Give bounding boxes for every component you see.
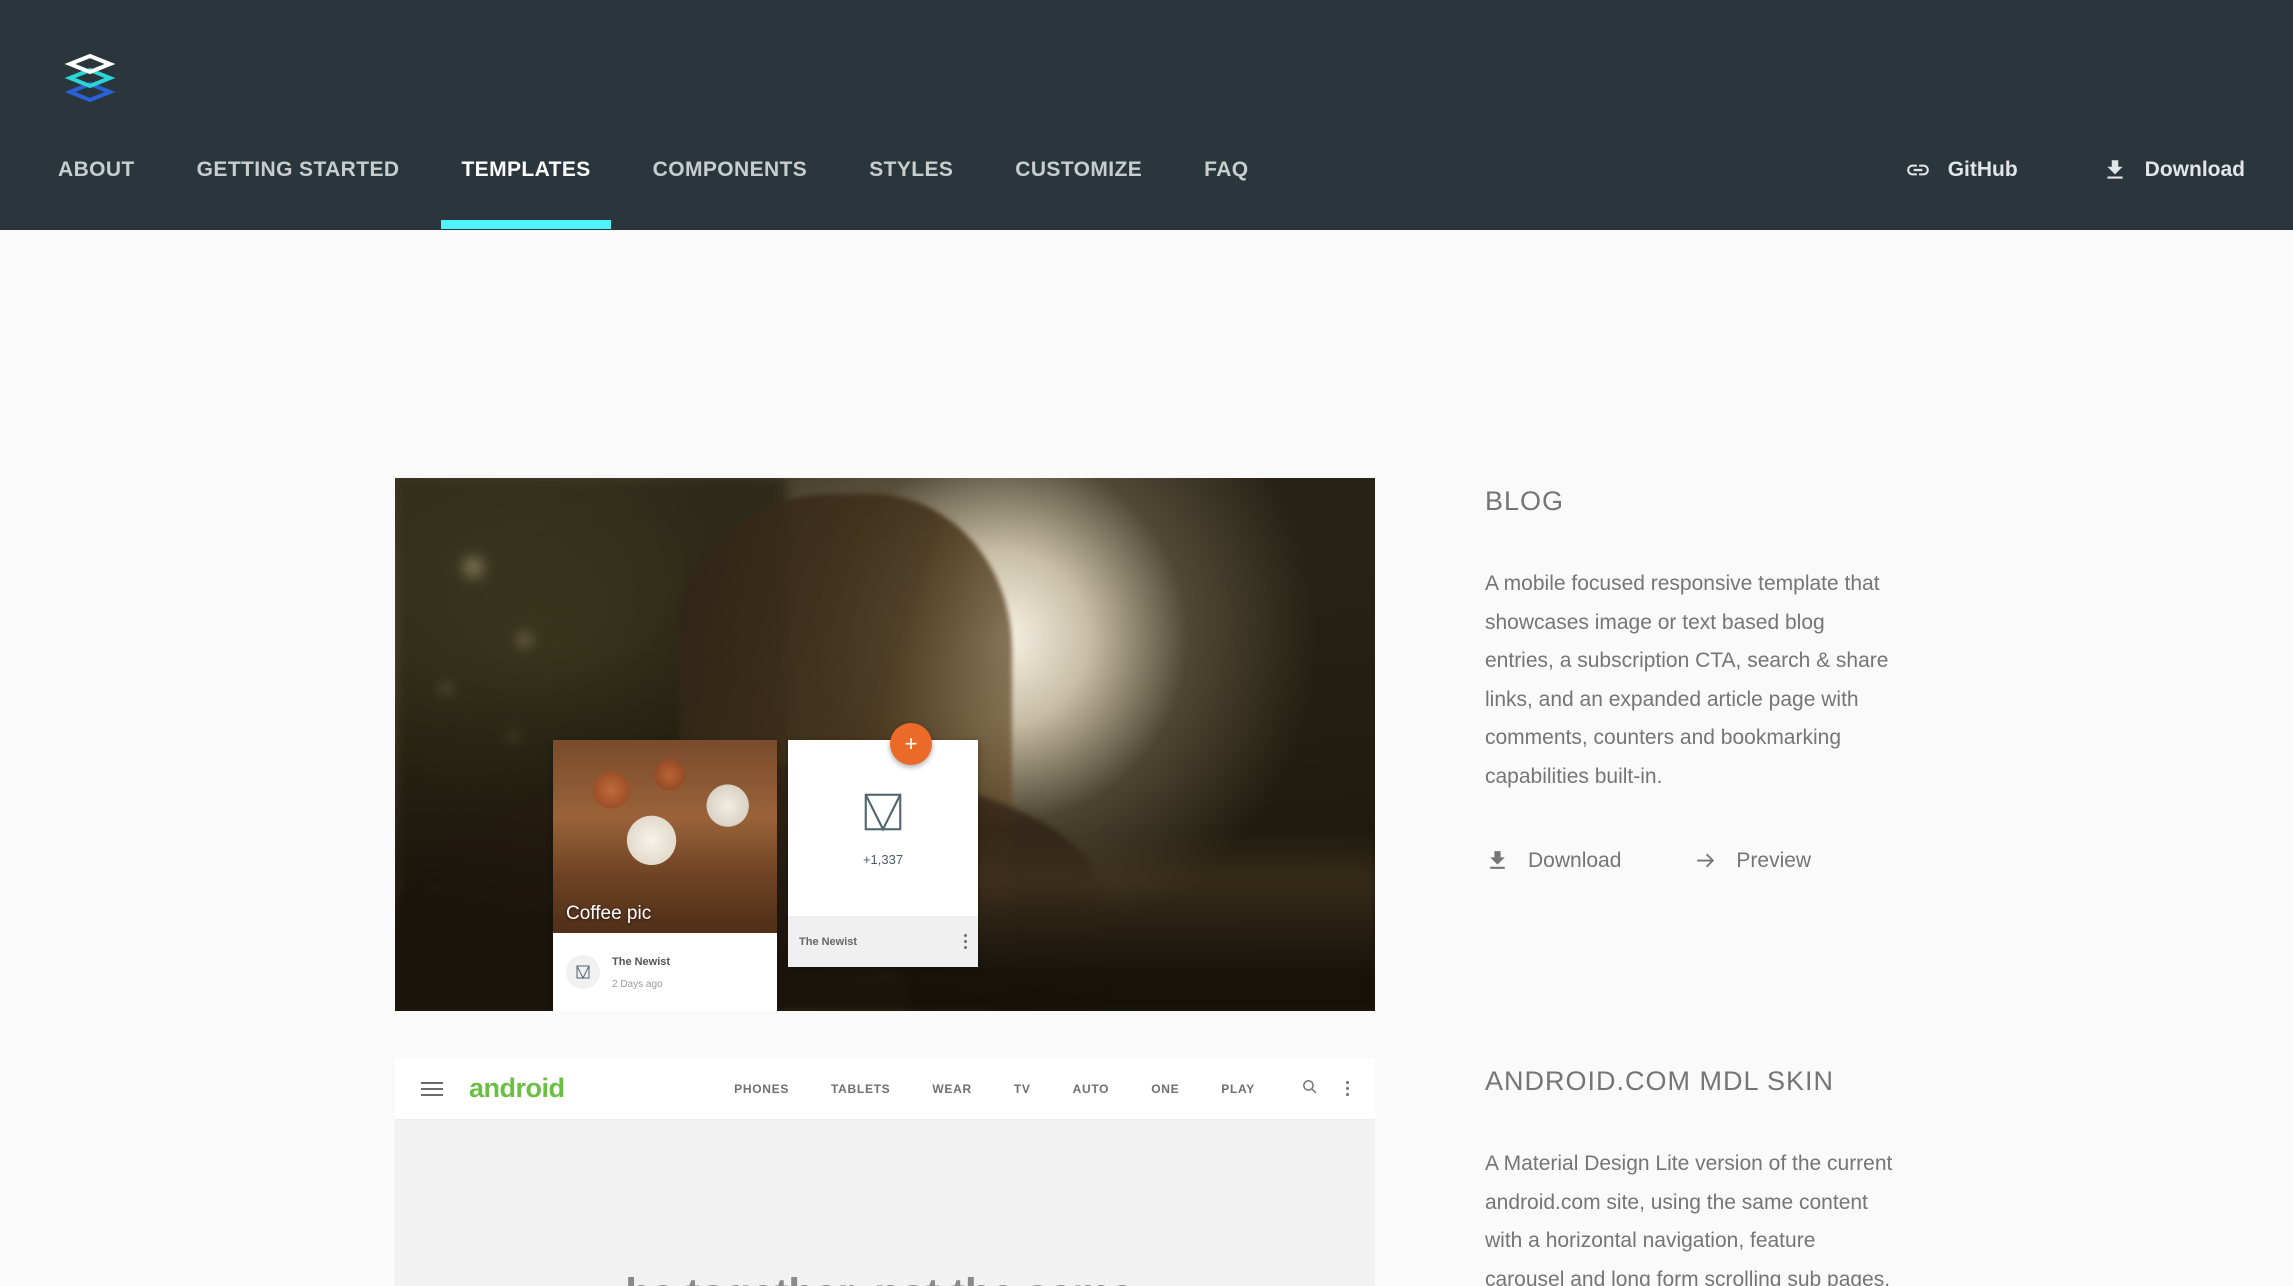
- blog-card-counter[interactable]: +1,337 The Newist: [788, 740, 978, 967]
- android-nav-phones[interactable]: Phones: [734, 1082, 789, 1096]
- nav-item-customize[interactable]: Customize: [995, 140, 1162, 200]
- android-nav: Phones Tablets Wear TV Auto One Play: [734, 1082, 1255, 1096]
- android-nav-play[interactable]: Play: [1221, 1082, 1255, 1096]
- blog-template-links: Download Preview: [1485, 848, 1895, 873]
- coffee-card-footer: The Newist 2 Days ago: [553, 933, 777, 1011]
- coffee-card-meta: The Newist 2 Days ago: [612, 950, 670, 993]
- nav-links: About Getting Started Templates Componen…: [58, 140, 1291, 230]
- blog-download-link[interactable]: Download: [1485, 848, 1621, 873]
- logo-mark-icon: [860, 789, 906, 840]
- template-entry-blog: Coffee pic The Newist 2 Days ago +1,337 …: [395, 478, 1895, 1011]
- download-icon: [1485, 848, 1510, 873]
- nav-item-components[interactable]: Components: [633, 140, 828, 200]
- android-hero: be together. not the same. welcome to an…: [395, 1120, 1375, 1286]
- counter-card-author: The Newist: [799, 935, 858, 948]
- search-icon[interactable]: [1301, 1078, 1318, 1100]
- more-vert-icon[interactable]: [1346, 1081, 1349, 1096]
- android-topbar: android Phones Tablets Wear TV Auto One …: [395, 1058, 1375, 1120]
- main-navigation: About Getting Started Templates Componen…: [0, 140, 2293, 230]
- link-icon: [1905, 157, 1931, 183]
- add-fab-button[interactable]: +: [890, 723, 932, 765]
- nav-item-templates[interactable]: Templates: [441, 140, 611, 229]
- blog-template-preview[interactable]: Coffee pic The Newist 2 Days ago +1,337 …: [395, 478, 1375, 1011]
- github-link-label: GitHub: [1947, 158, 2018, 181]
- hamburger-icon[interactable]: [421, 1078, 443, 1100]
- android-template-description: A Material Design Lite version of the cu…: [1485, 1152, 1893, 1286]
- coffee-card-timestamp: 2 Days ago: [612, 979, 663, 990]
- logo-mark-icon: [566, 955, 600, 989]
- coffee-card-image: Coffee pic: [553, 740, 777, 933]
- nav-item-styles[interactable]: Styles: [849, 140, 973, 200]
- header-actions: GitHub Download: [1821, 140, 2245, 200]
- arrow-forward-icon: [1693, 848, 1718, 873]
- coffee-card-title: Coffee pic: [566, 903, 652, 924]
- blog-download-label: Download: [1528, 848, 1622, 872]
- mdl-layers-logo[interactable]: [58, 40, 122, 104]
- more-vert-icon[interactable]: [964, 934, 967, 949]
- counter-card-footer: The Newist: [788, 916, 978, 967]
- nav-item-faq[interactable]: FAQ: [1184, 140, 1268, 200]
- android-nav-wear[interactable]: Wear: [932, 1082, 971, 1096]
- blog-card-coffee[interactable]: Coffee pic The Newist 2 Days ago: [553, 740, 777, 1011]
- github-link[interactable]: GitHub: [1905, 157, 2018, 183]
- nav-item-about[interactable]: About: [38, 140, 155, 200]
- blog-template-info: Blog A mobile focused responsive templat…: [1375, 478, 1895, 1011]
- layers-icon: [64, 53, 116, 103]
- android-nav-auto[interactable]: Auto: [1073, 1082, 1110, 1096]
- android-template-title: Android.com MDL Skin: [1485, 1066, 1835, 1096]
- android-brand-logo[interactable]: android: [469, 1073, 565, 1104]
- blog-preview-link[interactable]: Preview: [1693, 848, 1811, 873]
- blog-template-title: Blog: [1485, 486, 1565, 516]
- blog-preview-label: Preview: [1736, 848, 1812, 872]
- download-button-label: Download: [2144, 158, 2245, 181]
- nav-item-getting-started[interactable]: Getting Started: [177, 140, 420, 200]
- android-topbar-icons: [1301, 1078, 1349, 1100]
- counter-card-body: +1,337: [788, 740, 978, 916]
- page-content: Templates Coffee pic: [0, 230, 2293, 1286]
- blog-template-description: A mobile focused responsive template tha…: [1485, 572, 1889, 788]
- download-button[interactable]: Download: [2102, 157, 2245, 183]
- site-header: About Getting Started Templates Componen…: [0, 0, 2293, 230]
- template-entry-android: android Phones Tablets Wear TV Auto One …: [395, 1058, 1895, 1286]
- android-hero-headline: be together. not the same.: [625, 1270, 1145, 1286]
- android-nav-tablets[interactable]: Tablets: [831, 1082, 890, 1096]
- download-icon: [2102, 157, 2128, 183]
- counter-value: +1,337: [862, 852, 904, 867]
- android-template-info: Android.com MDL Skin A Material Design L…: [1375, 1058, 1895, 1286]
- android-nav-one[interactable]: One: [1151, 1082, 1179, 1096]
- android-template-preview[interactable]: android Phones Tablets Wear TV Auto One …: [395, 1058, 1375, 1286]
- coffee-card-author: The Newist: [612, 956, 671, 969]
- android-nav-tv[interactable]: TV: [1014, 1082, 1031, 1096]
